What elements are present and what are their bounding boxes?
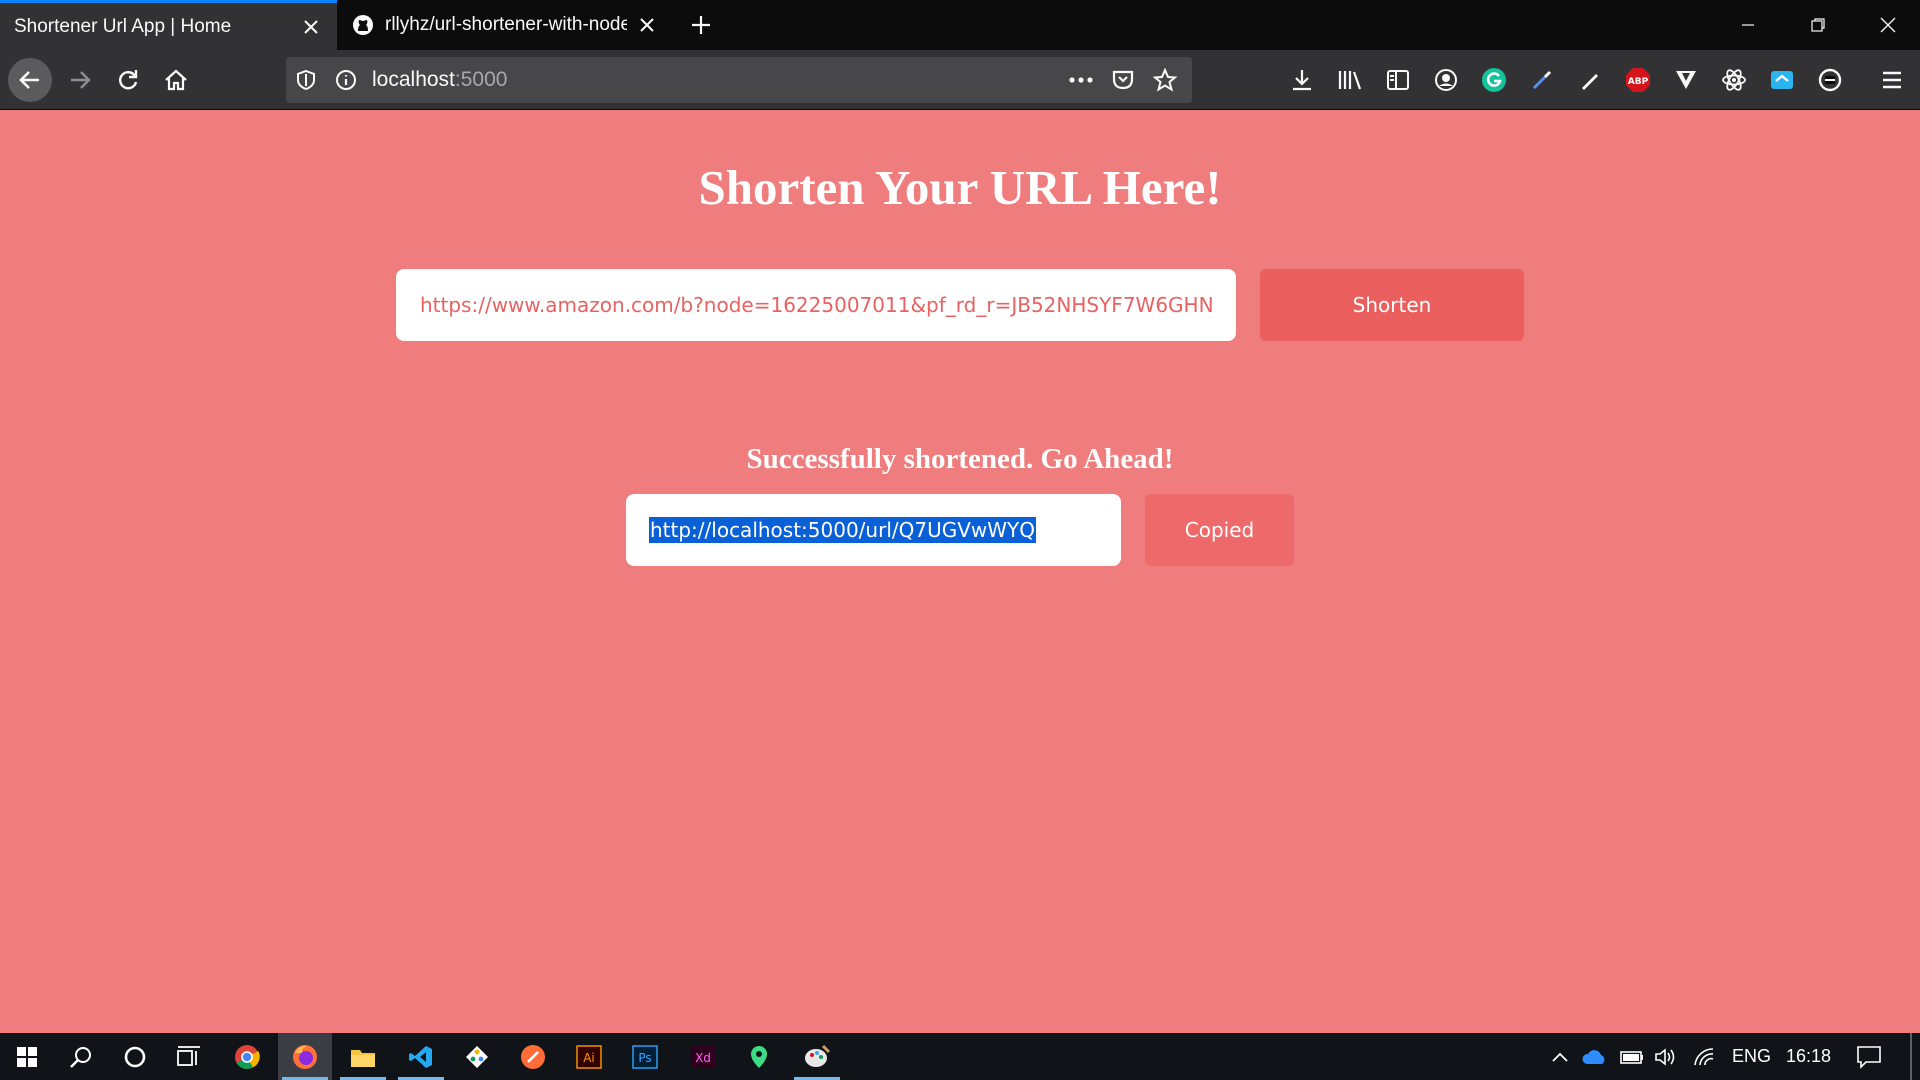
new-tab-button[interactable] [686,10,716,40]
tab-title: rllyhz/url-shortener-with-nodejs [385,14,627,35]
tab-strip: Shortener Url App | Home rllyhz/url-shor… [0,0,1920,50]
reload-button[interactable] [106,58,150,102]
vpn-icon[interactable] [1668,62,1704,98]
paint-app-icon[interactable] [790,1033,844,1080]
pen-icon[interactable] [1572,62,1608,98]
short-url-field[interactable]: http://localhost:5000/url/Q7UGVwWYQ [626,494,1121,566]
map-pin-app-icon[interactable] [732,1033,786,1080]
chrome-icon[interactable] [220,1033,274,1080]
show-desktop-divider[interactable] [1910,1033,1912,1080]
git-kraken-icon[interactable] [450,1033,504,1080]
tracking-shield-icon[interactable] [286,57,326,103]
photoshop-icon[interactable]: Ps [618,1033,672,1080]
svg-text:Ps: Ps [638,1051,651,1065]
bookmark-star-icon[interactable] [1144,57,1186,103]
more-actions-icon[interactable] [1060,57,1102,103]
wifi-icon[interactable] [1678,1033,1730,1080]
copy-button[interactable]: Copied [1145,494,1294,566]
short-url-text[interactable]: http://localhost:5000/url/Q7UGVwWYQ [649,517,1036,543]
cortana-icon[interactable] [108,1033,162,1080]
clock[interactable]: 16:18 [1786,1033,1831,1080]
restore-button[interactable] [1786,0,1850,50]
site-info-icon[interactable] [326,57,366,103]
task-view-icon[interactable] [162,1033,216,1080]
close-icon[interactable] [635,13,659,37]
back-button[interactable] [8,58,52,102]
color-picker-icon[interactable] [1524,62,1560,98]
long-url-input[interactable] [396,269,1236,341]
page-content: Shorten Your URL Here! Shorten Successfu… [0,111,1920,1033]
language-indicator[interactable]: ENG [1732,1033,1771,1080]
home-button[interactable] [154,58,198,102]
shorten-button[interactable]: Shorten [1260,269,1524,341]
sync-extension-icon[interactable] [1812,62,1848,98]
adblock-plus-icon[interactable]: ABP [1620,62,1656,98]
forward-button[interactable] [58,58,102,102]
account-icon[interactable] [1428,62,1464,98]
grammarly-icon[interactable] [1476,62,1512,98]
downloads-icon[interactable] [1284,62,1320,98]
svg-text:ABP: ABP [1628,77,1649,87]
screenshot-icon[interactable] [1764,62,1800,98]
tab-title: Shortener Url App | Home [14,15,232,37]
svg-text:Ai: Ai [583,1051,595,1065]
react-devtools-icon[interactable] [1716,62,1752,98]
pocket-icon[interactable] [1102,57,1144,103]
start-button[interactable] [0,1033,54,1080]
search-icon[interactable] [54,1033,108,1080]
url-host: localhost [372,68,455,91]
library-icon[interactable] [1332,62,1368,98]
notifications-icon[interactable] [1842,1033,1896,1080]
page-title: Shorten Your URL Here! [698,160,1222,215]
close-icon[interactable] [299,15,323,39]
postman-icon[interactable] [506,1033,560,1080]
success-message: Successfully shortened. Go Ahead! [746,443,1174,475]
svg-text:Xd: Xd [695,1051,711,1065]
windows-taskbar: Ai Ps Xd ENG 16:18 [0,1033,1920,1080]
adobe-xd-icon[interactable]: Xd [676,1033,730,1080]
url-port: :5000 [454,68,508,91]
close-window-button[interactable] [1856,0,1920,50]
file-explorer-icon[interactable] [336,1033,390,1080]
tab-github-repo[interactable]: rllyhz/url-shortener-with-nodejs [337,0,673,50]
address-bar[interactable]: localhost:5000 [286,57,1192,103]
illustrator-icon[interactable]: Ai [562,1033,616,1080]
menu-icon[interactable] [1874,62,1910,98]
sidebar-icon[interactable] [1380,62,1416,98]
navigation-toolbar: localhost:5000 ABP [0,50,1920,110]
tab-shortener-home[interactable]: Shortener Url App | Home [0,0,337,50]
firefox-icon[interactable] [278,1033,332,1080]
vscode-icon[interactable] [394,1033,448,1080]
minimize-button[interactable] [1716,0,1780,50]
url-text[interactable]: localhost:5000 [372,68,507,92]
github-icon [351,13,375,37]
